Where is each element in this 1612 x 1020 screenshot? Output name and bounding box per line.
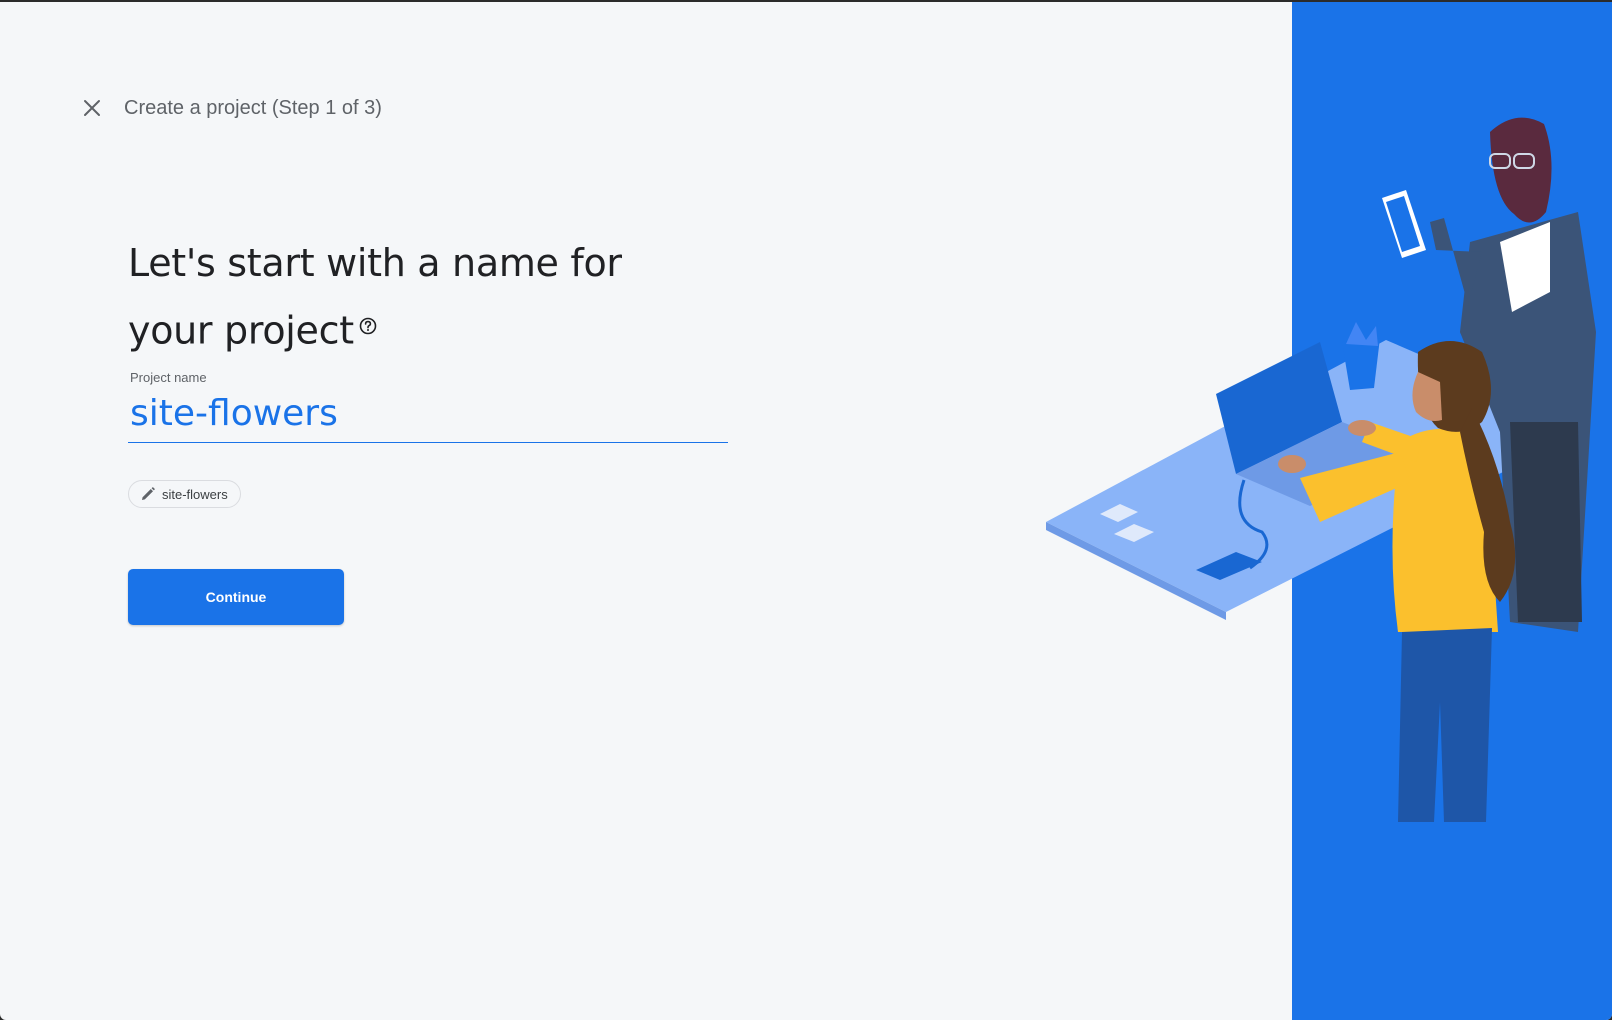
header: Create a project (Step 1 of 3): [80, 92, 382, 124]
continue-button[interactable]: Continue: [128, 569, 344, 625]
project-id-label: site-flowers: [162, 486, 228, 502]
heading-line-2: your project: [128, 308, 354, 353]
heading-line-2-wrap: your project: [128, 290, 728, 358]
project-name-input[interactable]: [128, 388, 730, 438]
help-circle-icon[interactable]: [358, 296, 378, 335]
project-id-chip[interactable]: site-flowers: [128, 480, 241, 508]
project-name-label: Project name: [130, 370, 207, 385]
close-icon: [84, 100, 100, 116]
step-title: Create a project (Step 1 of 3): [124, 96, 382, 119]
create-project-page: Create a project (Step 1 of 3) Let's sta…: [0, 2, 1612, 1020]
project-name-field: [128, 388, 730, 443]
heading-line-1: Let's start with a name for: [128, 241, 622, 285]
page-heading: Let's start with a name for your project: [128, 236, 728, 358]
close-button[interactable]: [80, 96, 104, 120]
team-illustration: [1046, 117, 1596, 822]
pencil-icon: [142, 487, 155, 500]
